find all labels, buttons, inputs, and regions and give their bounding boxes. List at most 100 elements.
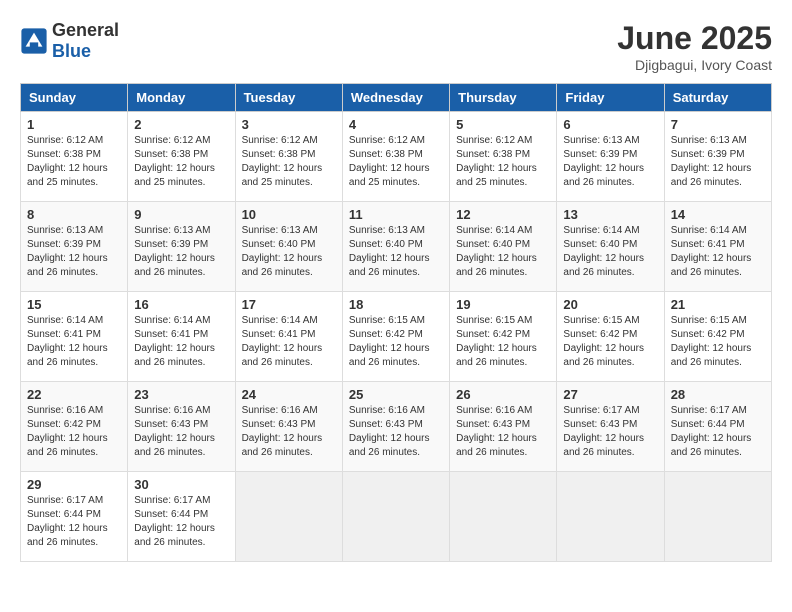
calendar-header-row: Sunday Monday Tuesday Wednesday Thursday… bbox=[21, 84, 772, 112]
col-saturday: Saturday bbox=[664, 84, 771, 112]
day-info: Sunrise: 6:15 AM Sunset: 6:42 PM Dayligh… bbox=[456, 314, 550, 370]
logo-general: General bbox=[52, 20, 119, 40]
day-number: 16 bbox=[134, 297, 228, 312]
day-number: 23 bbox=[134, 387, 228, 402]
col-monday: Monday bbox=[128, 84, 235, 112]
calendar-cell bbox=[557, 472, 664, 562]
logo-text: General Blue bbox=[52, 20, 119, 62]
day-number: 24 bbox=[242, 387, 336, 402]
day-number: 1 bbox=[27, 117, 121, 132]
day-info: Sunrise: 6:17 AM Sunset: 6:44 PM Dayligh… bbox=[671, 404, 765, 460]
day-number: 13 bbox=[563, 207, 657, 222]
day-info: Sunrise: 6:13 AM Sunset: 6:39 PM Dayligh… bbox=[134, 224, 228, 280]
week-row-4: 22 Sunrise: 6:16 AM Sunset: 6:42 PM Dayli… bbox=[21, 382, 772, 472]
day-info: Sunrise: 6:16 AM Sunset: 6:43 PM Dayligh… bbox=[242, 404, 336, 460]
day-number: 25 bbox=[349, 387, 443, 402]
day-number: 22 bbox=[27, 387, 121, 402]
day-number: 14 bbox=[671, 207, 765, 222]
day-info: Sunrise: 6:13 AM Sunset: 6:39 PM Dayligh… bbox=[563, 134, 657, 190]
day-info: Sunrise: 6:17 AM Sunset: 6:44 PM Dayligh… bbox=[27, 494, 121, 550]
calendar-cell: 15 Sunrise: 6:14 AM Sunset: 6:41 PM Dayli… bbox=[21, 292, 128, 382]
calendar-cell: 3Sunrise: 6:12 AM Sunset: 6:38 PM Daylig… bbox=[235, 112, 342, 202]
calendar-cell: 9 Sunrise: 6:13 AM Sunset: 6:39 PM Daylig… bbox=[128, 202, 235, 292]
calendar-cell: 2 Sunrise: 6:12 AM Sunset: 6:38 PM Daylig… bbox=[128, 112, 235, 202]
calendar-cell: 4 Sunrise: 6:12 AM Sunset: 6:38 PM Daylig… bbox=[342, 112, 449, 202]
day-number: 17 bbox=[242, 297, 336, 312]
week-row-3: 15 Sunrise: 6:14 AM Sunset: 6:41 PM Dayli… bbox=[21, 292, 772, 382]
day-info: Sunrise: 6:12 AM Sunset: 6:38 PM Dayligh… bbox=[349, 134, 443, 190]
calendar-cell: 26 Sunrise: 6:16 AM Sunset: 6:43 PM Dayli… bbox=[450, 382, 557, 472]
header: General Blue June 2025 Djigbagui, Ivory … bbox=[20, 20, 772, 73]
day-info: Sunrise: 6:13 AM Sunset: 6:39 PM Dayligh… bbox=[27, 224, 121, 280]
day-number: 10 bbox=[242, 207, 336, 222]
day-info: Sunrise: 6:14 AM Sunset: 6:41 PM Dayligh… bbox=[134, 314, 228, 370]
col-wednesday: Wednesday bbox=[342, 84, 449, 112]
day-info: Sunrise: 6:14 AM Sunset: 6:40 PM Dayligh… bbox=[563, 224, 657, 280]
main-title: June 2025 bbox=[617, 20, 772, 57]
col-sunday: Sunday bbox=[21, 84, 128, 112]
calendar-cell: 13 Sunrise: 6:14 AM Sunset: 6:40 PM Dayli… bbox=[557, 202, 664, 292]
calendar-cell: 1Sunrise: 6:12 AM Sunset: 6:38 PM Daylig… bbox=[21, 112, 128, 202]
week-row-1: 1 Sunrise: 6:12 AM Sunset: 6:38 PM Daylig… bbox=[21, 112, 772, 202]
day-info: Sunrise: 6:14 AM Sunset: 6:41 PM Dayligh… bbox=[242, 314, 336, 370]
calendar-cell: 19 Sunrise: 6:15 AM Sunset: 6:42 PM Dayli… bbox=[450, 292, 557, 382]
day-info: Sunrise: 6:17 AM Sunset: 6:44 PM Dayligh… bbox=[134, 494, 228, 550]
day-info: Sunrise: 6:13 AM Sunset: 6:40 PM Dayligh… bbox=[242, 224, 336, 280]
day-number: 6 bbox=[563, 117, 657, 132]
calendar-cell bbox=[342, 472, 449, 562]
day-number: 9 bbox=[134, 207, 228, 222]
title-area: June 2025 Djigbagui, Ivory Coast bbox=[617, 20, 772, 73]
day-number: 2 bbox=[134, 117, 228, 132]
calendar-cell: 29Sunrise: 6:17 AM Sunset: 6:44 PM Dayli… bbox=[21, 472, 128, 562]
calendar-cell: 5Sunrise: 6:12 AM Sunset: 6:38 PM Daylig… bbox=[450, 112, 557, 202]
day-number: 15 bbox=[27, 297, 121, 312]
day-info: Sunrise: 6:14 AM Sunset: 6:41 PM Dayligh… bbox=[27, 314, 121, 370]
logo-icon bbox=[20, 27, 48, 55]
week-row-5: 29Sunrise: 6:17 AM Sunset: 6:44 PM Dayli… bbox=[21, 472, 772, 562]
day-number: 5 bbox=[456, 117, 550, 132]
day-info: Sunrise: 6:14 AM Sunset: 6:40 PM Dayligh… bbox=[456, 224, 550, 280]
calendar-cell: 24 Sunrise: 6:16 AM Sunset: 6:43 PM Dayli… bbox=[235, 382, 342, 472]
day-info: Sunrise: 6:16 AM Sunset: 6:43 PM Dayligh… bbox=[134, 404, 228, 460]
day-info: Sunrise: 6:13 AM Sunset: 6:39 PM Dayligh… bbox=[671, 134, 765, 190]
day-number: 18 bbox=[349, 297, 443, 312]
calendar-cell bbox=[235, 472, 342, 562]
day-number: 20 bbox=[563, 297, 657, 312]
calendar-cell: 30 Sunrise: 6:17 AM Sunset: 6:44 PM Dayli… bbox=[128, 472, 235, 562]
day-number: 7 bbox=[671, 117, 765, 132]
day-number: 12 bbox=[456, 207, 550, 222]
calendar-cell: 16 Sunrise: 6:14 AM Sunset: 6:41 PM Dayli… bbox=[128, 292, 235, 382]
calendar-cell: 25 Sunrise: 6:16 AM Sunset: 6:43 PM Dayli… bbox=[342, 382, 449, 472]
day-info: Sunrise: 6:12 AM Sunset: 6:38 PM Dayligh… bbox=[242, 134, 336, 190]
calendar-cell: 8 Sunrise: 6:13 AM Sunset: 6:39 PM Daylig… bbox=[21, 202, 128, 292]
col-thursday: Thursday bbox=[450, 84, 557, 112]
day-number: 26 bbox=[456, 387, 550, 402]
day-number: 4 bbox=[349, 117, 443, 132]
day-number: 28 bbox=[671, 387, 765, 402]
day-number: 19 bbox=[456, 297, 550, 312]
logo: General Blue bbox=[20, 20, 119, 62]
day-number: 8 bbox=[27, 207, 121, 222]
calendar-cell: 22 Sunrise: 6:16 AM Sunset: 6:42 PM Dayli… bbox=[21, 382, 128, 472]
day-number: 30 bbox=[134, 477, 228, 492]
calendar-cell: 14 Sunrise: 6:14 AM Sunset: 6:41 PM Dayli… bbox=[664, 202, 771, 292]
calendar-cell bbox=[664, 472, 771, 562]
page-wrapper: General Blue June 2025 Djigbagui, Ivory … bbox=[20, 20, 772, 562]
day-info: Sunrise: 6:15 AM Sunset: 6:42 PM Dayligh… bbox=[349, 314, 443, 370]
week-row-2: 8 Sunrise: 6:13 AM Sunset: 6:39 PM Daylig… bbox=[21, 202, 772, 292]
col-friday: Friday bbox=[557, 84, 664, 112]
calendar-cell: 12 Sunrise: 6:14 AM Sunset: 6:40 PM Dayli… bbox=[450, 202, 557, 292]
day-info: Sunrise: 6:16 AM Sunset: 6:43 PM Dayligh… bbox=[456, 404, 550, 460]
calendar-cell bbox=[450, 472, 557, 562]
day-number: 27 bbox=[563, 387, 657, 402]
calendar-cell: 10 Sunrise: 6:13 AM Sunset: 6:40 PM Dayli… bbox=[235, 202, 342, 292]
day-info: Sunrise: 6:16 AM Sunset: 6:43 PM Dayligh… bbox=[349, 404, 443, 460]
day-info: Sunrise: 6:12 AM Sunset: 6:38 PM Dayligh… bbox=[134, 134, 228, 190]
day-info: Sunrise: 6:14 AM Sunset: 6:41 PM Dayligh… bbox=[671, 224, 765, 280]
calendar-cell: 11Sunrise: 6:13 AM Sunset: 6:40 PM Dayli… bbox=[342, 202, 449, 292]
day-info: Sunrise: 6:16 AM Sunset: 6:42 PM Dayligh… bbox=[27, 404, 121, 460]
calendar-cell: 21Sunrise: 6:15 AM Sunset: 6:42 PM Dayli… bbox=[664, 292, 771, 382]
calendar-cell: 7 Sunrise: 6:13 AM Sunset: 6:39 PM Daylig… bbox=[664, 112, 771, 202]
logo-blue: Blue bbox=[52, 41, 91, 61]
day-info: Sunrise: 6:17 AM Sunset: 6:43 PM Dayligh… bbox=[563, 404, 657, 460]
